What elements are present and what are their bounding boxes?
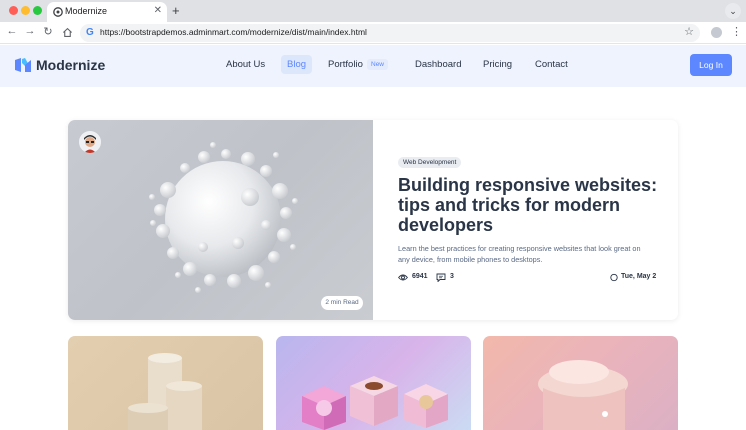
calendar-dot-icon — [610, 273, 618, 282]
home-icon[interactable] — [62, 27, 73, 38]
sphere-illustration — [149, 142, 298, 293]
category-tag[interactable]: Web Development — [398, 157, 462, 168]
tab-search-chevron-icon[interactable]: ⌄ — [725, 3, 741, 19]
profile-avatar-icon[interactable] — [711, 27, 722, 38]
cubes-illustration — [302, 376, 448, 430]
post-date: Tue, May 2 — [621, 273, 657, 280]
new-badge: New — [367, 59, 389, 70]
browser-tab[interactable]: Modernize ✕ — [47, 2, 167, 22]
post-title[interactable]: Building responsive websites: tips and t… — [398, 175, 658, 235]
comment-count: 3 — [450, 273, 454, 280]
eye-icon — [398, 274, 408, 281]
post-description: Learn the best practices for creating re… — [398, 244, 641, 264]
read-time-badge: 2 min Read — [321, 296, 363, 310]
tab-title: Modernize — [65, 6, 108, 16]
new-tab-button[interactable]: + — [172, 3, 180, 18]
blog-card-image[interactable] — [68, 336, 263, 430]
abstract-sculpture-illustration — [538, 360, 628, 430]
back-arrow-icon[interactable]: ← — [5, 25, 19, 37]
nav-contact[interactable]: Contact — [535, 59, 568, 70]
address-bar[interactable]: G https://bootstrapdemos.adminmart.com/m… — [80, 24, 700, 42]
close-window-button[interactable] — [9, 6, 18, 15]
nav-blog[interactable]: Blog — [281, 55, 313, 74]
pedestals-illustration — [128, 353, 202, 430]
tab-favicon-icon — [53, 7, 63, 17]
google-icon: G — [86, 27, 94, 38]
nav-about-us[interactable]: About Us — [226, 59, 265, 70]
browser-tab-bar: Modernize ✕ + ⌄ — [0, 0, 746, 22]
minimize-window-button[interactable] — [21, 6, 30, 15]
bookmark-star-icon[interactable]: ☆ — [684, 25, 694, 38]
brand-name[interactable]: Modernize — [36, 57, 105, 73]
reload-icon[interactable]: ↻ — [41, 25, 55, 38]
maximize-window-button[interactable] — [33, 6, 42, 15]
author-avatar-icon — [79, 131, 101, 153]
tab-close-icon[interactable]: ✕ — [154, 5, 162, 16]
browser-toolbar: ← → ↻ G https://bootstrapdemos.adminmart… — [0, 22, 746, 44]
site-header: Modernize About Us Blog Portfolio New Da… — [0, 45, 746, 87]
nav-portfolio[interactable]: Portfolio — [328, 59, 363, 70]
logo-icon — [15, 58, 31, 72]
url-text[interactable]: https://bootstrapdemos.adminmart.com/mod… — [100, 27, 367, 37]
blog-card-image[interactable] — [276, 336, 471, 430]
nav-pricing[interactable]: Pricing — [483, 59, 512, 70]
nav-dashboard[interactable]: Dashboard — [415, 59, 461, 70]
login-button[interactable]: Log In — [690, 54, 732, 76]
browser-menu-icon[interactable]: ⋮ — [731, 25, 742, 38]
featured-post-card[interactable]: 2 min Read Web Development Building resp… — [68, 120, 678, 320]
forward-arrow-icon[interactable]: → — [23, 25, 37, 37]
featured-post-image[interactable]: 2 min Read — [68, 120, 373, 320]
author-avatar[interactable] — [79, 131, 101, 153]
blog-card-image[interactable] — [483, 336, 678, 430]
comment-icon — [436, 273, 446, 282]
view-count: 6941 — [412, 273, 428, 280]
